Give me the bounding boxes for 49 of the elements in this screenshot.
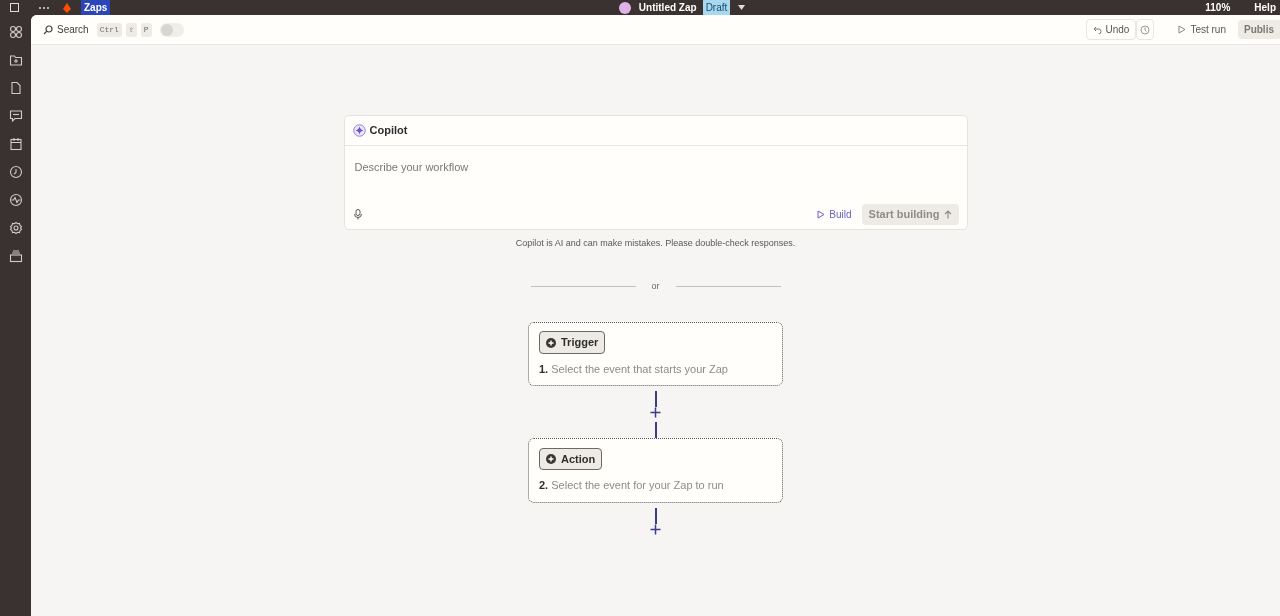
breadcrumb-link[interactable]: Zaps [81, 0, 111, 15]
publish-button[interactable]: Publis [1238, 20, 1280, 39]
search-icon [43, 24, 53, 35]
step-description: 1. Select the event that starts your Zap [539, 361, 729, 377]
clock-icon [1140, 24, 1151, 35]
zoom-dropdown[interactable]: 110% [1205, 0, 1231, 15]
folder-icon[interactable] [8, 53, 23, 67]
sparkle-icon [352, 124, 366, 137]
status-badge: Draft [702, 0, 731, 15]
zap-title[interactable]: Untitled Zap [638, 0, 697, 15]
step-card[interactable]: Action 2. Select the event for your Zap to run [528, 438, 783, 503]
caret-icon[interactable] [738, 5, 746, 10]
undo-icon [1092, 25, 1102, 34]
logo-icon[interactable] [63, 2, 71, 13]
add-step-button[interactable] [650, 407, 661, 418]
apps-icon[interactable] [8, 25, 23, 39]
keyboard-key: P [140, 22, 152, 37]
keyboard-key: Ctrl [96, 22, 122, 37]
keyboard-key: ⇧ [125, 22, 137, 37]
clock-icon[interactable] [8, 165, 23, 179]
step-type-chip[interactable]: Action [539, 447, 603, 471]
help-link[interactable]: Help [1254, 0, 1276, 15]
build-button[interactable]: Build [811, 204, 858, 224]
step-card[interactable]: Trigger 1. Select the event that starts your Zap [528, 321, 783, 386]
calendar-icon[interactable] [8, 137, 23, 151]
undo-button[interactable]: Undo [1085, 19, 1137, 40]
plus-circle-icon [546, 454, 556, 464]
chat-icon[interactable] [8, 109, 23, 123]
add-step-button[interactable] [650, 523, 661, 535]
activity-icon[interactable] [8, 193, 23, 207]
menu-icon[interactable] [10, 3, 19, 12]
archive-icon[interactable] [8, 249, 23, 263]
history-button[interactable] [1136, 19, 1155, 40]
avatar [618, 1, 631, 14]
copilot-title: Copilot [369, 123, 408, 139]
disclaimer-text: Copilot is AI and can make mistakes. Please double-check responses. [515, 236, 796, 250]
search-button[interactable]: Search [57, 22, 89, 37]
plus-circle-icon [546, 337, 556, 348]
file-icon[interactable] [8, 81, 23, 95]
step-description: 2. Select the event for your Zap to run [539, 478, 725, 493]
settings-icon[interactable] [8, 221, 23, 235]
divider-text: or [651, 280, 660, 293]
toggle-switch[interactable] [159, 22, 184, 37]
workflow-input[interactable]: Describe your workflow [352, 158, 959, 177]
step-type-chip[interactable]: Trigger [539, 331, 606, 354]
arrow-up-icon [943, 209, 952, 219]
play-icon [817, 209, 826, 219]
microphone-icon[interactable] [352, 208, 363, 220]
play-icon [1178, 25, 1187, 34]
